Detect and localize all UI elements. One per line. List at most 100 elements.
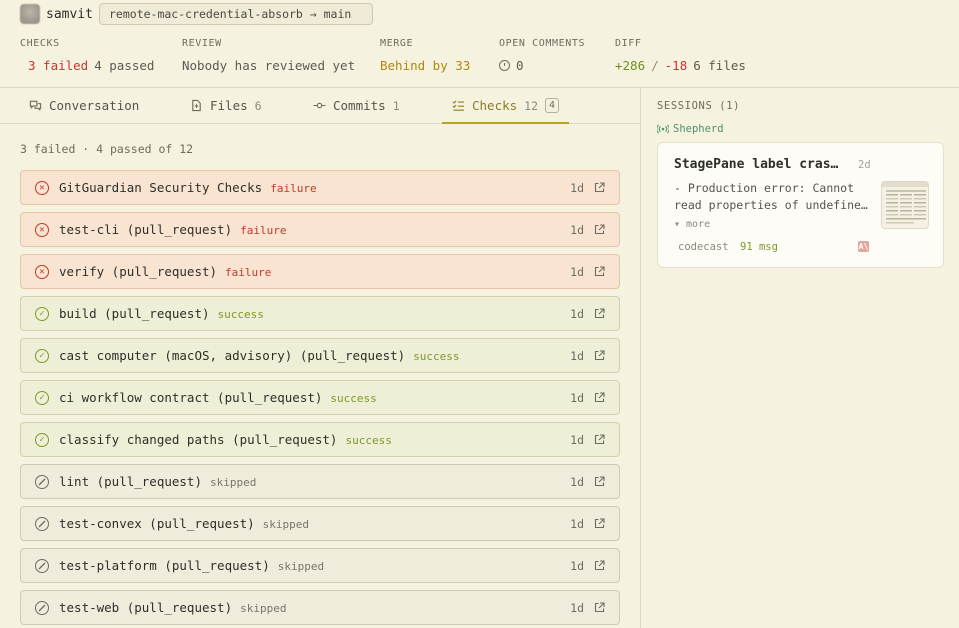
stat-merge-label: MERGE: [380, 38, 414, 49]
anthropic-logo-icon: A\: [858, 241, 869, 252]
skip-circle-icon: [35, 475, 49, 489]
external-link-icon[interactable]: [594, 224, 605, 235]
author[interactable]: samvit: [20, 2, 93, 26]
check-status: failure: [240, 224, 287, 237]
clock-icon: [499, 60, 510, 71]
check-age: 1d: [570, 433, 584, 447]
check-row[interactable]: ✓ classify changed paths (pull_request) su…: [20, 422, 620, 457]
check-title: lint (pull_request): [59, 474, 202, 489]
external-link-icon[interactable]: [594, 308, 605, 319]
stat-merge-value[interactable]: Behind by 33: [380, 58, 470, 73]
file-icon: [192, 99, 201, 112]
stat-open-comments-label: OPEN COMMENTS: [499, 38, 586, 49]
pr-stats: CHECKS 3 failed 4 passed REVIEW Nobody h…: [0, 38, 959, 78]
check-title: test-convex (pull_request): [59, 516, 255, 531]
session-agent[interactable]: Shepherd: [657, 123, 724, 135]
check-status: success: [217, 308, 264, 321]
check-row[interactable]: ✕ GitGuardian Security Checks failure 1d: [20, 170, 620, 205]
checks-failed-count: 3 failed: [28, 58, 89, 73]
external-link-icon[interactable]: [594, 434, 605, 445]
open-comments-count: 0: [516, 58, 524, 73]
external-link-icon[interactable]: [594, 518, 605, 529]
check-title: GitGuardian Security Checks: [59, 180, 263, 195]
check-name: test-web (pull_request) skipped: [59, 600, 286, 615]
check-row[interactable]: ✓ ci workflow contract (pull_request) succ…: [20, 380, 620, 415]
stat-checks-value[interactable]: 3 failed 4 passed: [20, 58, 154, 73]
stat-open-comments-value: 0: [499, 58, 585, 73]
session-card[interactable]: StagePane label cras… 2d - Production er…: [657, 142, 944, 268]
tab-checks-count: 12: [524, 98, 539, 113]
diff-additions: +286: [615, 58, 646, 73]
session-thumbnail[interactable]: [881, 181, 929, 229]
check-name: lint (pull_request) skipped: [59, 474, 256, 489]
check-name: classify changed paths (pull_request) suc…: [59, 432, 392, 447]
check-status: success: [330, 392, 377, 405]
session-more-toggle[interactable]: ▾ more: [674, 219, 710, 230]
tab-files-count: 6: [254, 98, 262, 113]
x-circle-icon: ✕: [35, 181, 49, 195]
checks-summary: 3 failed · 4 passed of 12: [20, 142, 194, 156]
check-status: success: [345, 434, 392, 447]
tab-checks-badge: 4: [545, 98, 560, 113]
stat-review: REVIEW Nobody has reviewed yet: [182, 38, 355, 73]
diff-separator: /: [651, 58, 659, 73]
check-row[interactable]: lint (pull_request) skipped 1d: [20, 464, 620, 499]
check-status: skipped: [210, 476, 257, 489]
check-row[interactable]: ✕ verify (pull_request) failure 1d: [20, 254, 620, 289]
check-age: 1d: [570, 391, 584, 405]
check-name: test-platform (pull_request) skipped: [59, 558, 324, 573]
check-status: failure: [225, 266, 272, 279]
check-row[interactable]: ✓ cast computer (macOS, advisory) (pull_r…: [20, 338, 620, 373]
external-link-icon[interactable]: [594, 266, 605, 277]
external-link-icon[interactable]: [594, 182, 605, 193]
check-title: test-platform (pull_request): [59, 558, 270, 573]
session-title: StagePane label cras…: [674, 157, 839, 172]
check-title: ci workflow contract (pull_request): [59, 390, 323, 405]
external-link-icon[interactable]: [594, 350, 605, 361]
external-link-icon[interactable]: [594, 476, 605, 487]
check-circle-icon: ✓: [35, 349, 49, 363]
check-row[interactable]: ✕ test-cli (pull_request) failure 1d: [20, 212, 620, 247]
pr-tabs: Conversation Files 6 Commits 1 Checks 12…: [0, 88, 640, 124]
check-row[interactable]: test-web (pull_request) skipped 1d: [20, 590, 620, 625]
check-age: 1d: [570, 475, 584, 489]
check-status: skipped: [277, 560, 325, 573]
check-circle-icon: ✓: [35, 433, 49, 447]
tab-commits[interactable]: Commits 1: [313, 88, 400, 123]
check-age: 1d: [570, 181, 584, 195]
check-status: skipped: [240, 602, 287, 615]
stat-diff: DIFF +286 / -18 6 files: [615, 38, 746, 73]
check-status: success: [413, 350, 460, 363]
stat-checks: CHECKS 3 failed 4 passed: [20, 38, 154, 73]
author-name: samvit: [46, 6, 93, 22]
tab-conversation[interactable]: Conversation: [29, 88, 139, 123]
diff-files: 6 files: [693, 58, 746, 73]
check-row[interactable]: test-convex (pull_request) skipped 1d: [20, 506, 620, 541]
chat-icon: [29, 100, 42, 112]
tab-files[interactable]: Files 6: [190, 88, 262, 123]
check-age: 1d: [570, 349, 584, 363]
commit-icon: [313, 102, 326, 109]
skip-circle-icon: [35, 559, 49, 573]
tab-checks[interactable]: Checks 12 4: [441, 88, 570, 124]
tab-checks-label: Checks: [472, 98, 518, 113]
check-name: build (pull_request) success: [59, 306, 264, 321]
check-row[interactable]: test-platform (pull_request) skipped 1d: [20, 548, 620, 583]
stat-review-value: Nobody has reviewed yet: [182, 58, 356, 73]
check-age: 1d: [570, 559, 584, 573]
check-name: cast computer (macOS, advisory) (pull_re…: [59, 348, 460, 363]
check-age: 1d: [570, 601, 584, 615]
checklist-icon: [452, 100, 465, 111]
screenshot-thumbnail-icon: [882, 182, 928, 224]
tab-commits-label: Commits: [333, 98, 386, 113]
external-link-icon[interactable]: [594, 392, 605, 403]
check-age: 1d: [570, 265, 584, 279]
external-link-icon[interactable]: [594, 602, 605, 613]
stat-review-label: REVIEW: [182, 38, 222, 49]
branch-pill[interactable]: remote-mac-credential-absorb → main: [99, 3, 373, 25]
check-circle-icon: ✓: [35, 391, 49, 405]
external-link-icon[interactable]: [594, 560, 605, 571]
session-description-line: read properties of undefine…: [674, 198, 868, 212]
panel-divider: [640, 88, 641, 628]
check-row[interactable]: ✓ build (pull_request) success 1d: [20, 296, 620, 331]
